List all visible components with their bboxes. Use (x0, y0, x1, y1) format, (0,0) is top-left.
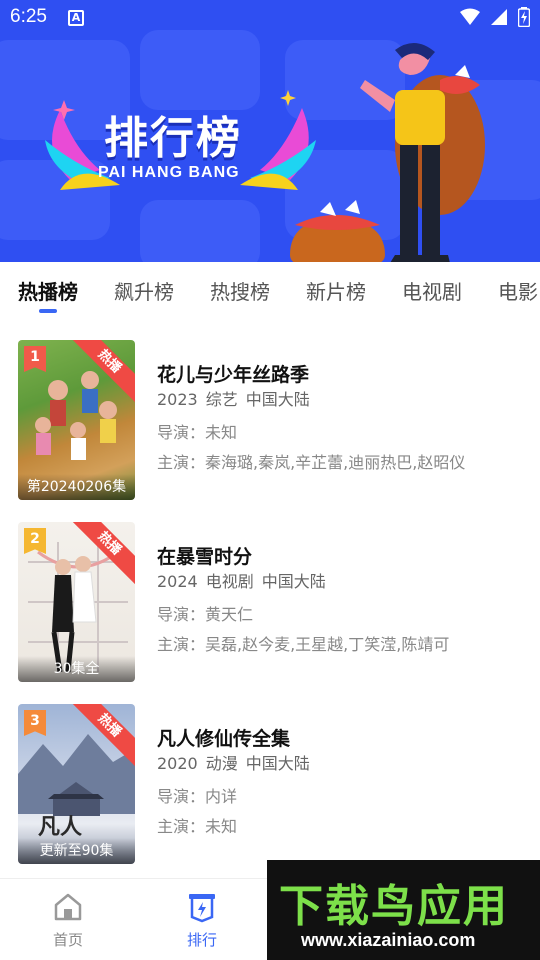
item-genre: 电视剧 (205, 572, 254, 591)
item-region: 中国大陆 (245, 390, 310, 409)
system-icons (460, 7, 530, 27)
item-info: 花儿与少年丝路季 2023 综艺 中国大陆 导演：未知 主演：秦海璐,秦岚,辛芷蕾,… (157, 360, 532, 478)
tab-label: 电影 (498, 280, 538, 304)
item-meta: 2020 动漫 中国大陆 (157, 752, 532, 776)
banner-subtitle: PAI HANG BANG (98, 164, 240, 181)
svg-text:凡人: 凡人 (38, 814, 82, 840)
item-info: 凡人修仙传全集 2020 动漫 中国大陆 导演：内详 主演：未知 (157, 724, 532, 842)
tab-label: 新片榜 (306, 280, 366, 304)
list-item[interactable]: 凡人 3 热播 更新至90集 凡人修仙传全集 2020 动漫 中国大陆 导演：内详 … (0, 686, 540, 868)
item-region: 中国大陆 (245, 754, 310, 773)
episode-label: 更新至90集 (18, 838, 135, 864)
nav-home[interactable]: 首页 (18, 879, 118, 960)
episode-label: 30集全 (18, 656, 135, 682)
watermark-url: www.xiazainiao.com (301, 930, 476, 950)
watermark-name: 下载鸟应用 (279, 881, 509, 932)
nav-rank[interactable]: 排行 (152, 879, 252, 960)
poster[interactable]: 1 热播 第20240206集 (18, 340, 135, 500)
item-title[interactable]: 凡人修仙传全集 (157, 724, 532, 754)
poster[interactable]: 凡人 3 热播 更新至90集 (18, 704, 135, 864)
tab-label: 飙升榜 (114, 280, 174, 304)
item-cast: 主演：未知 (157, 817, 238, 836)
item-region: 中国大陆 (261, 572, 326, 591)
banner: 6:25 A 排行榜 PAI HANG BANG (0, 0, 540, 262)
item-title[interactable]: 在暴雪时分 (157, 542, 532, 572)
battery-icon (518, 7, 530, 27)
item-director: 导演：未知 (157, 423, 238, 442)
nav-label: 首页 (52, 931, 83, 949)
banner-bg-tile (140, 200, 260, 262)
tab-hot-search[interactable]: 热搜榜 (192, 262, 288, 322)
item-cast: 主演：吴磊,赵今麦,王星越,丁笑滢,陈靖可 (157, 635, 450, 654)
rank-icon (189, 894, 215, 923)
item-year: 2020 (157, 754, 198, 773)
poster[interactable]: 2 热播 30集全 (18, 522, 135, 682)
watermark: 下载鸟应用 www.xiazainiao.com (267, 860, 540, 960)
tab-hot[interactable]: 热播榜 (0, 262, 96, 322)
item-director: 导演：内详 (157, 787, 238, 806)
item-genre: 动漫 (205, 754, 238, 773)
episode-label: 第20240206集 (18, 474, 135, 500)
item-info: 在暴雪时分 2024 电视剧 中国大陆 导演：黄天仁 主演：吴磊,赵今麦,王星越,丁… (157, 542, 532, 660)
banner-logo: 排行榜 PAI HANG BANG (40, 90, 320, 200)
item-genre: 综艺 (205, 390, 238, 409)
tab-tv-series[interactable]: 电视剧 (384, 262, 480, 322)
home-icon (54, 893, 82, 921)
item-cast: 主演：秦海璐,秦岚,辛芷蕾,迪丽热巴,赵昭仪 (157, 453, 466, 472)
wifi-icon (460, 8, 480, 25)
list-item[interactable]: 2 热播 30集全 在暴雪时分 2024 电视剧 中国大陆 导演：黄天仁 主演：吴磊… (0, 504, 540, 686)
notification-a-icon: A (68, 10, 84, 26)
tab-new[interactable]: 新片榜 (288, 262, 384, 322)
status-bar: 6:25 A (0, 0, 540, 36)
item-title[interactable]: 花儿与少年丝路季 (157, 360, 532, 390)
item-director: 导演：黄天仁 (157, 605, 254, 624)
signal-icon (491, 9, 507, 25)
tab-label: 热播榜 (18, 280, 78, 304)
item-year: 2023 (157, 390, 198, 409)
item-year: 2024 (157, 572, 198, 591)
tab-label: 热搜榜 (210, 280, 270, 304)
tab-movies[interactable]: 电影 (480, 262, 540, 322)
person-with-bag-illustration (290, 42, 485, 262)
tab-rising[interactable]: 飙升榜 (96, 262, 192, 322)
ranking-list: 1 热播 第20240206集 花儿与少年丝路季 2023 综艺 中国大陆 导演：未… (0, 322, 540, 868)
status-time: 6:25 (10, 6, 47, 27)
nav-label: 排行 (186, 931, 217, 949)
banner-title: 排行榜 (104, 113, 242, 164)
item-meta: 2024 电视剧 中国大陆 (157, 570, 532, 594)
category-tabs: 热播榜 飙升榜 热搜榜 新片榜 电视剧 电影 (0, 262, 540, 322)
tab-active-indicator (39, 309, 57, 313)
item-meta: 2023 综艺 中国大陆 (157, 388, 532, 412)
list-item[interactable]: 1 热播 第20240206集 花儿与少年丝路季 2023 综艺 中国大陆 导演：未… (0, 322, 540, 504)
tab-label: 电视剧 (402, 280, 462, 304)
